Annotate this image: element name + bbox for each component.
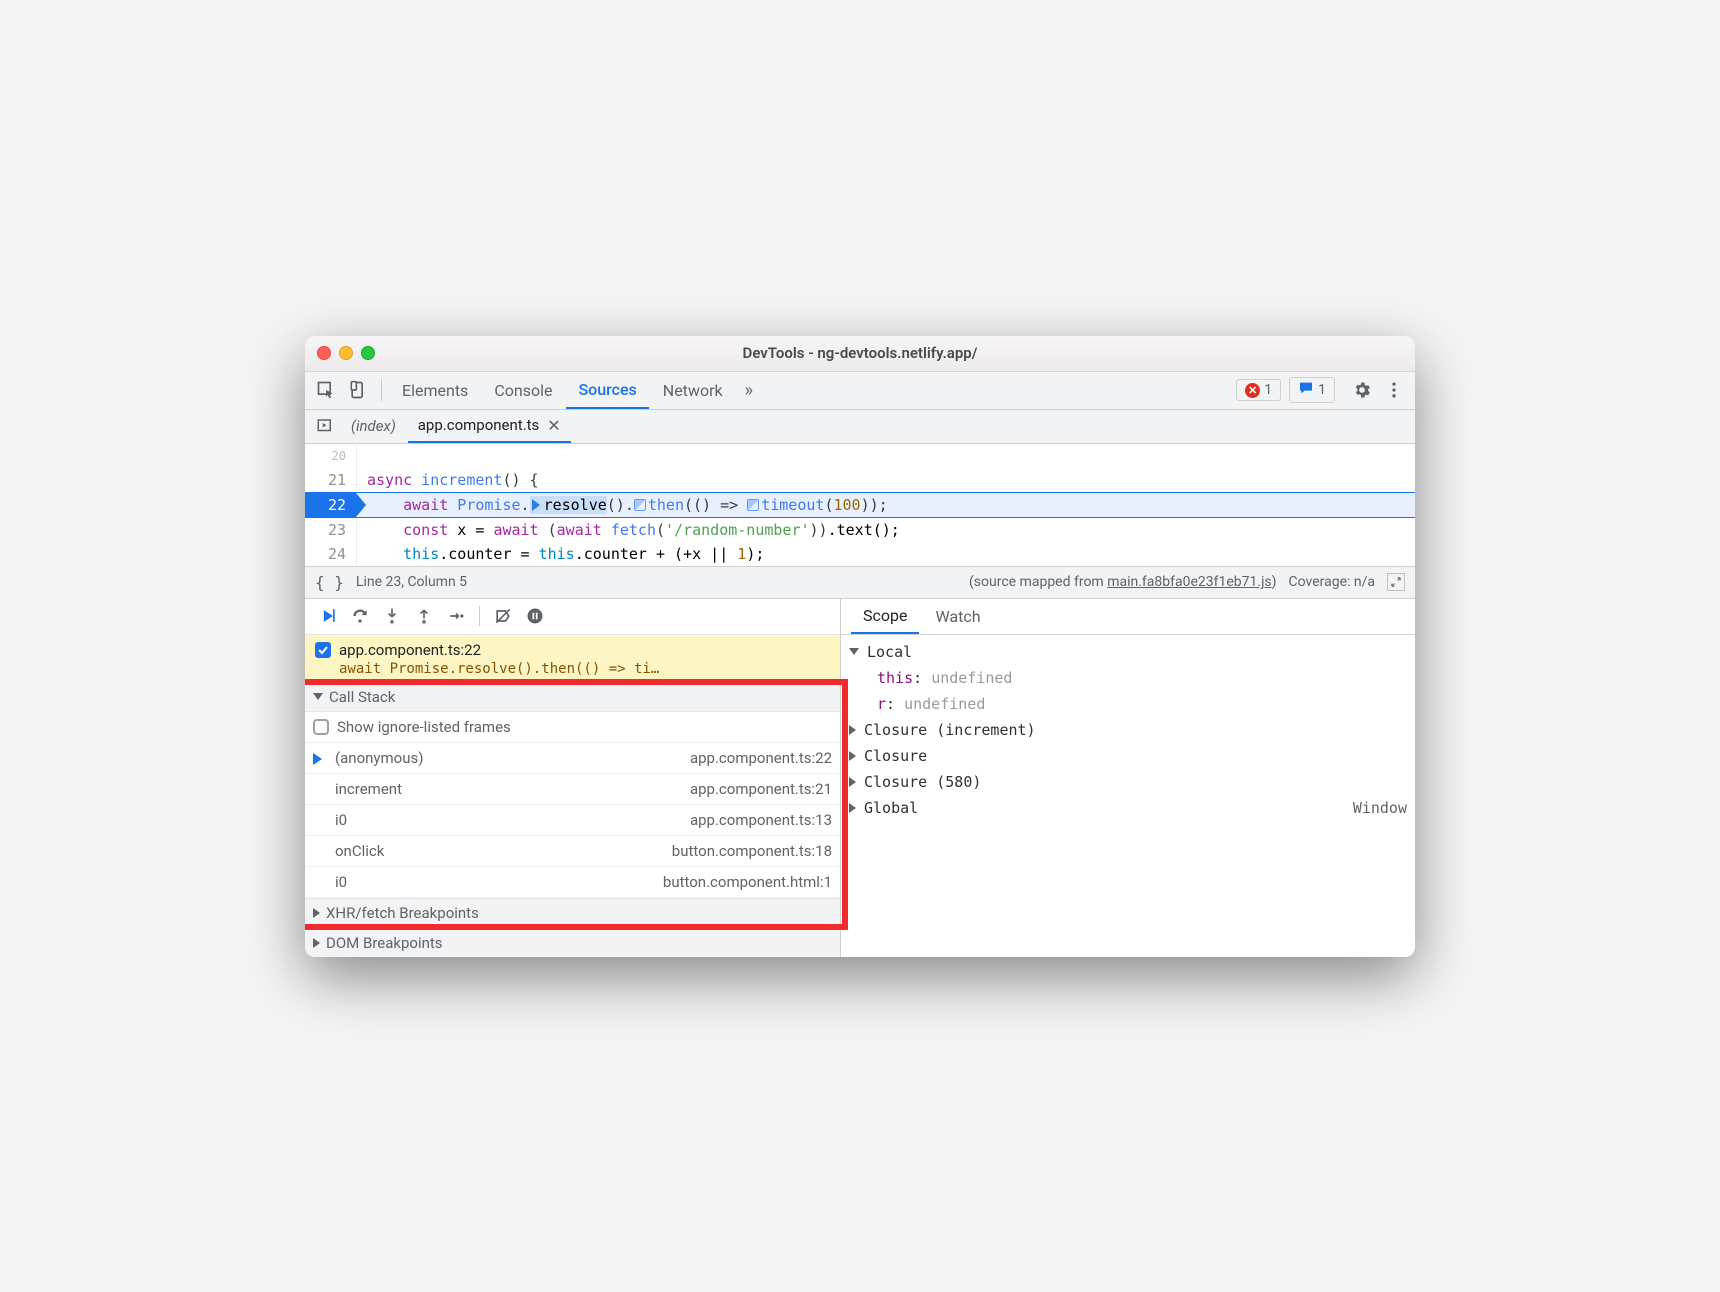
tab-elements[interactable]: Elements (390, 372, 480, 409)
editor-status-bar: { } Line 23, Column 5 (source mapped fro… (305, 566, 1415, 598)
tab-network[interactable]: Network (651, 372, 735, 409)
kebab-menu-icon[interactable] (1379, 375, 1409, 405)
resume-icon[interactable] (313, 601, 343, 631)
checkbox-icon (313, 719, 329, 735)
dom-breakpoints-header[interactable]: DOM Breakpoints (305, 928, 840, 957)
tab-console[interactable]: Console (482, 372, 564, 409)
chevron-right-icon (849, 777, 856, 787)
minimize-window-button[interactable] (339, 346, 353, 360)
show-ignored-frames-toggle[interactable]: Show ignore-listed frames (305, 712, 840, 743)
toolbar-separator (479, 606, 480, 626)
more-tabs-button[interactable]: » (737, 380, 761, 401)
file-tab-index[interactable]: (index) (341, 410, 406, 443)
chevron-down-icon (313, 693, 323, 700)
paused-snippet: await Promise.resolve().then(() => ti… (315, 661, 830, 677)
devtools-window: DevTools - ng-devtools.netlify.app/ Elem… (305, 336, 1415, 957)
debugger-left-pane: app.component.ts:22 await Promise.resolv… (305, 599, 841, 957)
step-over-icon[interactable] (345, 601, 375, 631)
execution-point-marker: resolve (530, 496, 607, 514)
line-number: 21 (305, 468, 357, 492)
stack-frame[interactable]: i0 button.component.html:1 (305, 867, 840, 898)
expand-icon[interactable] (1387, 573, 1405, 591)
stack-frame[interactable]: i0 app.component.ts:13 (305, 805, 840, 836)
error-count: 1 (1264, 382, 1272, 398)
maximize-window-button[interactable] (361, 346, 375, 360)
code-editor[interactable]: 20 21 async increment() { 22 await Promi… (305, 444, 1415, 566)
title-bar: DevTools - ng-devtools.netlify.app/ (305, 336, 1415, 372)
scope-tree[interactable]: Local this: undefined r: undefined Closu… (841, 635, 1415, 831)
paused-banner: app.component.ts:22 await Promise.resolv… (305, 635, 840, 682)
message-count: 1 (1318, 382, 1326, 398)
file-tab-app-component[interactable]: app.component.ts ✕ (408, 410, 571, 443)
debug-controls (305, 599, 840, 635)
step-marker-icon (634, 499, 646, 511)
line-number: 23 (305, 518, 357, 542)
message-icon (1298, 380, 1314, 400)
deactivate-breakpoints-icon[interactable] (488, 601, 518, 631)
toolbar-separator (381, 379, 382, 401)
cursor-position: Line 23, Column 5 (356, 574, 467, 590)
paused-location: app.component.ts:22 (339, 641, 481, 659)
scope-watch-tabs: Scope Watch (841, 599, 1415, 635)
tab-watch[interactable]: Watch (923, 599, 992, 634)
traffic-lights (317, 346, 375, 360)
step-into-icon[interactable] (377, 601, 407, 631)
call-stack-list: Show ignore-listed frames (anonymous) ap… (305, 712, 840, 898)
chevron-down-icon (849, 648, 859, 655)
stack-frame[interactable]: onClick button.component.ts:18 (305, 836, 840, 867)
inspect-element-icon[interactable] (311, 375, 341, 405)
xhr-breakpoints-header[interactable]: XHR/fetch Breakpoints (305, 898, 840, 928)
device-toggle-icon[interactable] (343, 375, 373, 405)
debugger-pane: app.component.ts:22 await Promise.resolv… (305, 598, 1415, 957)
step-icon[interactable] (441, 601, 471, 631)
breakpoint-line-number[interactable]: 22 (305, 493, 357, 517)
source-map-link[interactable]: main.fa8bfa0e23f1eb71.js (1107, 574, 1271, 590)
step-marker-icon (747, 499, 759, 511)
window-title: DevTools - ng-devtools.netlify.app/ (305, 344, 1415, 362)
stack-frame[interactable]: (anonymous) app.component.ts:22 (305, 743, 840, 774)
call-stack-header[interactable]: Call Stack (305, 682, 840, 712)
line-number: 24 (305, 542, 357, 566)
tab-scope[interactable]: Scope (851, 599, 919, 634)
chevron-right-icon (849, 803, 856, 813)
settings-icon[interactable] (1347, 375, 1377, 405)
stack-frame[interactable]: increment app.component.ts:21 (305, 774, 840, 805)
error-badge[interactable]: ✕ 1 (1236, 379, 1281, 401)
pause-on-exceptions-icon[interactable] (520, 601, 550, 631)
chevron-right-icon (849, 751, 856, 761)
close-tab-icon[interactable]: ✕ (547, 416, 560, 435)
chevron-right-icon (313, 908, 320, 918)
message-badge[interactable]: 1 (1289, 377, 1335, 403)
breakpoint-enabled-checkbox[interactable] (315, 642, 331, 658)
close-window-button[interactable] (317, 346, 331, 360)
tab-sources[interactable]: Sources (566, 372, 648, 409)
step-out-icon[interactable] (409, 601, 439, 631)
pretty-print-icon[interactable]: { } (315, 573, 344, 592)
coverage-label: Coverage: n/a (1289, 574, 1375, 590)
current-frame-icon (313, 751, 329, 765)
chevron-right-icon (313, 938, 320, 948)
file-tab-bar: (index) app.component.ts ✕ (305, 410, 1415, 444)
chevron-right-icon (849, 725, 856, 735)
source-map-info: (source mapped from main.fa8bfa0e23f1eb7… (969, 574, 1277, 590)
error-icon: ✕ (1245, 383, 1260, 398)
debugger-right-pane: Scope Watch Local this: undefined r: und… (841, 599, 1415, 957)
line-number: 20 (305, 444, 357, 468)
devtools-toolbar: Elements Console Sources Network » ✕ 1 1 (305, 372, 1415, 410)
show-navigator-icon[interactable] (311, 412, 339, 440)
